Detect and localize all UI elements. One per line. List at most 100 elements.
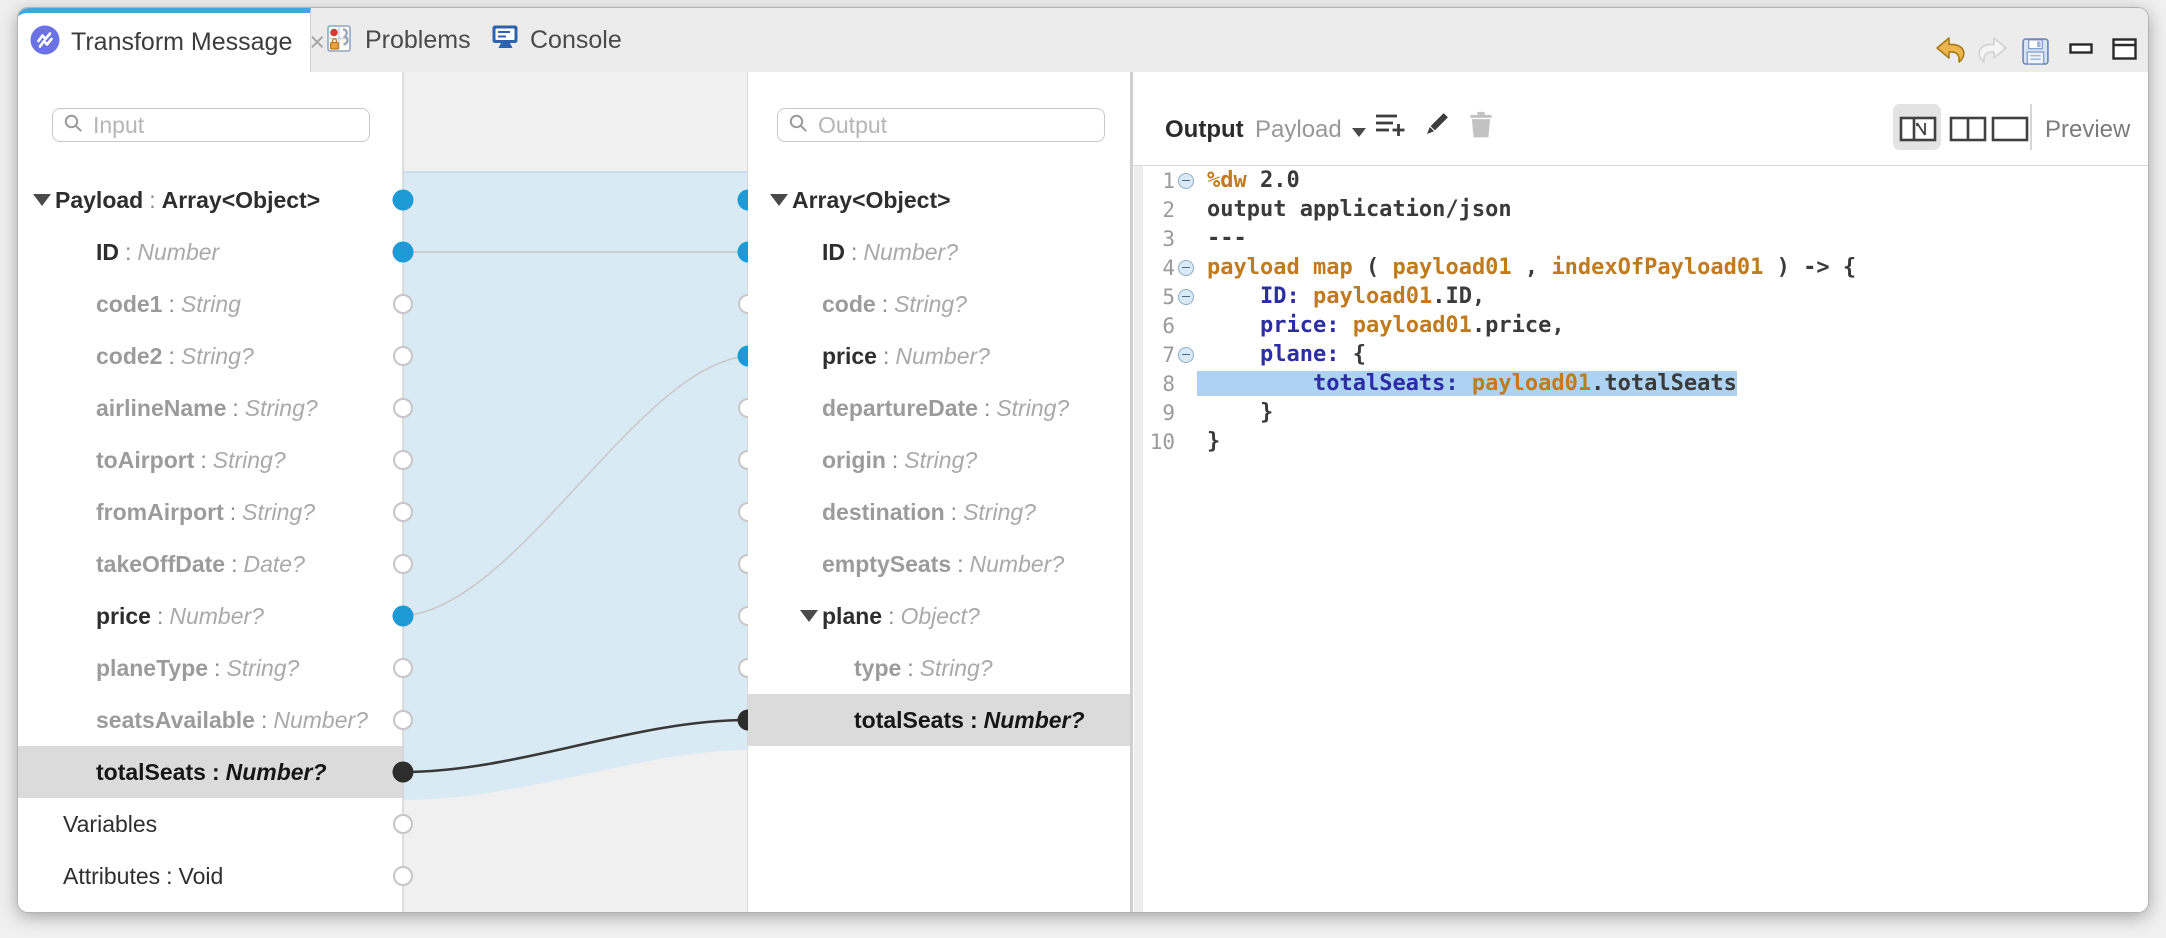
output-tree-row-price[interactable]: price:Number? xyxy=(748,330,1130,382)
input-tree-row-variables[interactable]: Variables xyxy=(18,798,403,850)
close-icon[interactable]: × xyxy=(309,29,325,56)
redo-icon[interactable] xyxy=(1975,36,2009,71)
input-tree-row-code1[interactable]: code1:String xyxy=(18,278,403,330)
expander-icon[interactable] xyxy=(770,194,788,206)
line-number: 7 xyxy=(1146,343,1175,367)
output-tree-row-id[interactable]: ID:Number? xyxy=(748,226,1130,278)
output-tree-row-origin[interactable]: origin:String? xyxy=(748,434,1130,486)
mapped-region xyxy=(403,172,748,800)
line-number: 5 xyxy=(1146,285,1175,309)
input-tree-row-toairport[interactable]: toAirport:String? xyxy=(18,434,403,486)
code-line-7[interactable]: 7 plane: { xyxy=(1133,340,2148,369)
output-search-box[interactable] xyxy=(777,108,1105,142)
input-tree-row-takeoffdate[interactable]: takeOffDate:Date? xyxy=(18,538,403,590)
code-view-button[interactable] xyxy=(1991,116,2029,147)
input-tree-row-payload[interactable]: Payload:Array<Object> xyxy=(18,174,403,226)
tab-label: Transform Message xyxy=(71,28,292,57)
output-tree-row-destination[interactable]: destination:String? xyxy=(748,486,1130,538)
output-tree-row-array-object-[interactable]: Array<Object> xyxy=(748,174,1130,226)
input-tree-row-totalseats[interactable]: totalSeats:Number? xyxy=(18,746,403,798)
input-tree-row-seatsavailable[interactable]: seatsAvailable:Number? xyxy=(18,694,403,746)
output-tree-row-totalseats[interactable]: totalSeats:Number? xyxy=(748,694,1130,746)
input-port-totalseats[interactable] xyxy=(393,762,414,783)
input-tree-row-code2[interactable]: code2:String? xyxy=(18,330,403,382)
console-icon xyxy=(490,23,521,57)
line-number: 10 xyxy=(1146,430,1175,454)
fold-toggle-icon[interactable] xyxy=(1177,347,1194,363)
editor-header: Output Payload xyxy=(1133,72,2148,166)
code-line-10[interactable]: 10} xyxy=(1133,427,2148,456)
field-type: String? xyxy=(920,655,993,682)
preview-button[interactable]: Preview xyxy=(2045,116,2130,144)
field-name: planeType xyxy=(96,655,208,682)
tab-strip: Transform Message × Problems xyxy=(18,8,2148,73)
code-line-text: ID: payload01.ID, xyxy=(1207,284,1485,309)
code-line-2[interactable]: 2output application/json xyxy=(1133,195,2148,224)
input-port-fromairport[interactable] xyxy=(394,503,412,521)
code-line-8[interactable]: 8 totalSeats: payload01.totalSeats xyxy=(1133,369,2148,398)
input-port-airlinename[interactable] xyxy=(394,399,412,417)
input-port-variables[interactable] xyxy=(394,815,412,833)
split-view-button[interactable] xyxy=(1949,116,1987,147)
input-port-price[interactable] xyxy=(393,606,414,627)
field-colon: : xyxy=(876,291,894,318)
output-tree-row-code[interactable]: code:String? xyxy=(748,278,1130,330)
code-line-6[interactable]: 6 price: payload01.price, xyxy=(1133,311,2148,340)
input-tree-row-price[interactable]: price:Number? xyxy=(18,590,403,642)
code-line-text: output application/json xyxy=(1207,197,1512,222)
output-search-input[interactable] xyxy=(816,111,1094,140)
output-tree-row-emptyseats[interactable]: emptySeats:Number? xyxy=(748,538,1130,590)
input-tree-row-fromairport[interactable]: fromAirport:String? xyxy=(18,486,403,538)
maximize-icon[interactable] xyxy=(2112,38,2137,65)
mapping-view-button[interactable] xyxy=(1899,116,1937,147)
output-tree-row-departuredate[interactable]: departureDate:String? xyxy=(748,382,1130,434)
input-port-seatsavailable[interactable] xyxy=(394,711,412,729)
field-type: Number? xyxy=(895,343,990,370)
input-port-code2[interactable] xyxy=(394,347,412,365)
input-search-input[interactable] xyxy=(91,111,359,140)
input-port-attributes[interactable] xyxy=(394,867,412,885)
output-tree-row-type[interactable]: type:String? xyxy=(748,642,1130,694)
tab-console[interactable]: Console xyxy=(490,8,622,72)
fold-toggle-icon[interactable] xyxy=(1177,260,1194,276)
input-tree-row-planetype[interactable]: planeType:String? xyxy=(18,642,403,694)
source-dropdown[interactable]: Payload xyxy=(1255,116,1342,144)
code-line-4[interactable]: 4payload map ( payload01 , indexOfPayloa… xyxy=(1133,253,2148,282)
field-name: code2 xyxy=(96,343,162,370)
add-target-icon[interactable] xyxy=(1373,110,1407,145)
code-line-9[interactable]: 9 } xyxy=(1133,398,2148,427)
code-line-1[interactable]: 1%dw 2.0 xyxy=(1133,166,2148,195)
tab-transform-message[interactable]: Transform Message × xyxy=(18,8,311,72)
code-line-text: price: payload01.price, xyxy=(1207,313,1565,338)
field-colon: : xyxy=(224,499,242,526)
field-type: Number? xyxy=(970,551,1065,578)
input-port-code1[interactable] xyxy=(394,295,412,313)
fold-toggle-icon[interactable] xyxy=(1177,173,1194,189)
delete-icon[interactable] xyxy=(1467,110,1495,145)
input-port-id[interactable] xyxy=(393,242,414,263)
line-number: 6 xyxy=(1146,314,1175,338)
input-port-takeoffdate[interactable] xyxy=(394,555,412,573)
output-tree-row-plane[interactable]: plane:Object? xyxy=(748,590,1130,642)
chevron-down-icon[interactable] xyxy=(1352,128,1366,137)
undo-icon[interactable] xyxy=(1934,36,1968,71)
input-port-toairport[interactable] xyxy=(394,451,412,469)
expander-icon[interactable] xyxy=(800,610,818,622)
input-port-planetype[interactable] xyxy=(394,659,412,677)
edit-icon[interactable] xyxy=(1421,110,1451,145)
tab-label: Console xyxy=(530,26,622,55)
fold-toggle-icon[interactable] xyxy=(1177,289,1194,305)
dataweave-code-editor[interactable]: 1%dw 2.02output application/json3---4pay… xyxy=(1133,166,2148,912)
input-search-box[interactable] xyxy=(52,108,370,142)
input-tree-row-airlinename[interactable]: airlineName:String? xyxy=(18,382,403,434)
expander-icon[interactable] xyxy=(33,194,51,206)
code-line-5[interactable]: 5 ID: payload01.ID, xyxy=(1133,282,2148,311)
field-colon: : xyxy=(901,655,919,682)
input-tree-row-attributes[interactable]: Attributes:Void xyxy=(18,850,403,902)
input-tree-row-id[interactable]: ID:Number xyxy=(18,226,403,278)
code-line-3[interactable]: 3--- xyxy=(1133,224,2148,253)
minimize-icon[interactable] xyxy=(2069,42,2093,60)
save-icon[interactable] xyxy=(2020,36,2051,72)
input-port-payload[interactable] xyxy=(393,190,414,211)
tab-problems[interactable]: Problems xyxy=(324,8,471,72)
